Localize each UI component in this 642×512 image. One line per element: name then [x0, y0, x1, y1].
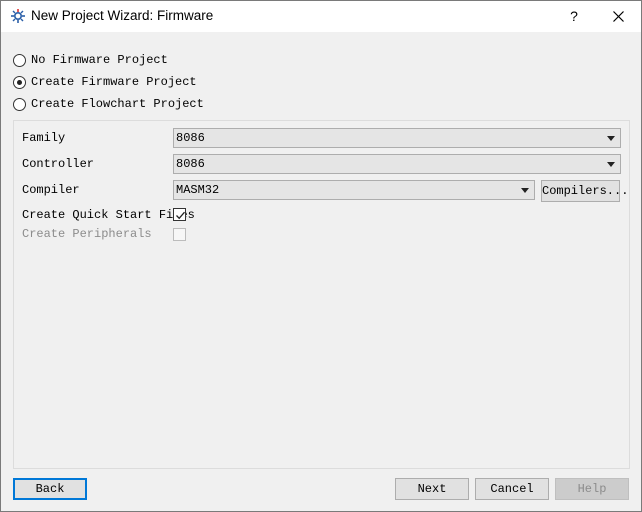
chevron-down-icon [607, 136, 615, 141]
quick-start-checkbox[interactable] [173, 208, 186, 221]
peripherals-checkbox[interactable] [173, 228, 186, 241]
family-label: Family [22, 131, 66, 145]
controller-value: 8086 [176, 157, 205, 171]
window-title: New Project Wizard: Firmware [31, 8, 214, 23]
radio-label: Create Flowchart Project [31, 97, 204, 111]
radio-no-firmware[interactable]: No Firmware Project [13, 52, 168, 68]
close-icon [613, 11, 624, 22]
chevron-down-icon [607, 162, 615, 167]
wizard-window: New Project Wizard: Firmware ? No Firmwa… [0, 0, 642, 512]
help-title-button[interactable]: ? [559, 1, 589, 32]
next-button[interactable]: Next [395, 478, 469, 500]
cancel-button[interactable]: Cancel [475, 478, 549, 500]
family-value: 8086 [176, 131, 205, 145]
help-button[interactable]: Help [555, 478, 629, 500]
quick-start-label: Create Quick Start Files [22, 208, 195, 222]
compiler-label: Compiler [22, 183, 80, 197]
compiler-select[interactable]: MASM32 [173, 180, 535, 200]
radio-button[interactable] [13, 53, 26, 67]
check-icon [176, 211, 185, 220]
compiler-value: MASM32 [176, 183, 220, 197]
app-gear-icon [10, 8, 26, 24]
chevron-down-icon [521, 188, 529, 193]
radio-button[interactable] [13, 97, 26, 111]
family-select[interactable]: 8086 [173, 128, 621, 148]
close-button[interactable] [597, 1, 641, 32]
title-bar: New Project Wizard: Firmware ? [1, 1, 641, 32]
controller-label: Controller [22, 157, 95, 171]
back-button[interactable]: Back [13, 478, 87, 500]
radio-label: No Firmware Project [31, 53, 168, 67]
radio-button-selected[interactable] [13, 75, 26, 89]
peripherals-label: Create Peripherals [22, 227, 152, 241]
radio-create-flowchart[interactable]: Create Flowchart Project [13, 96, 204, 112]
radio-label: Create Firmware Project [31, 75, 197, 89]
radio-create-firmware[interactable]: Create Firmware Project [13, 74, 197, 90]
compilers-button[interactable]: Compilers... [541, 180, 628, 202]
controller-select[interactable]: 8086 [173, 154, 621, 174]
